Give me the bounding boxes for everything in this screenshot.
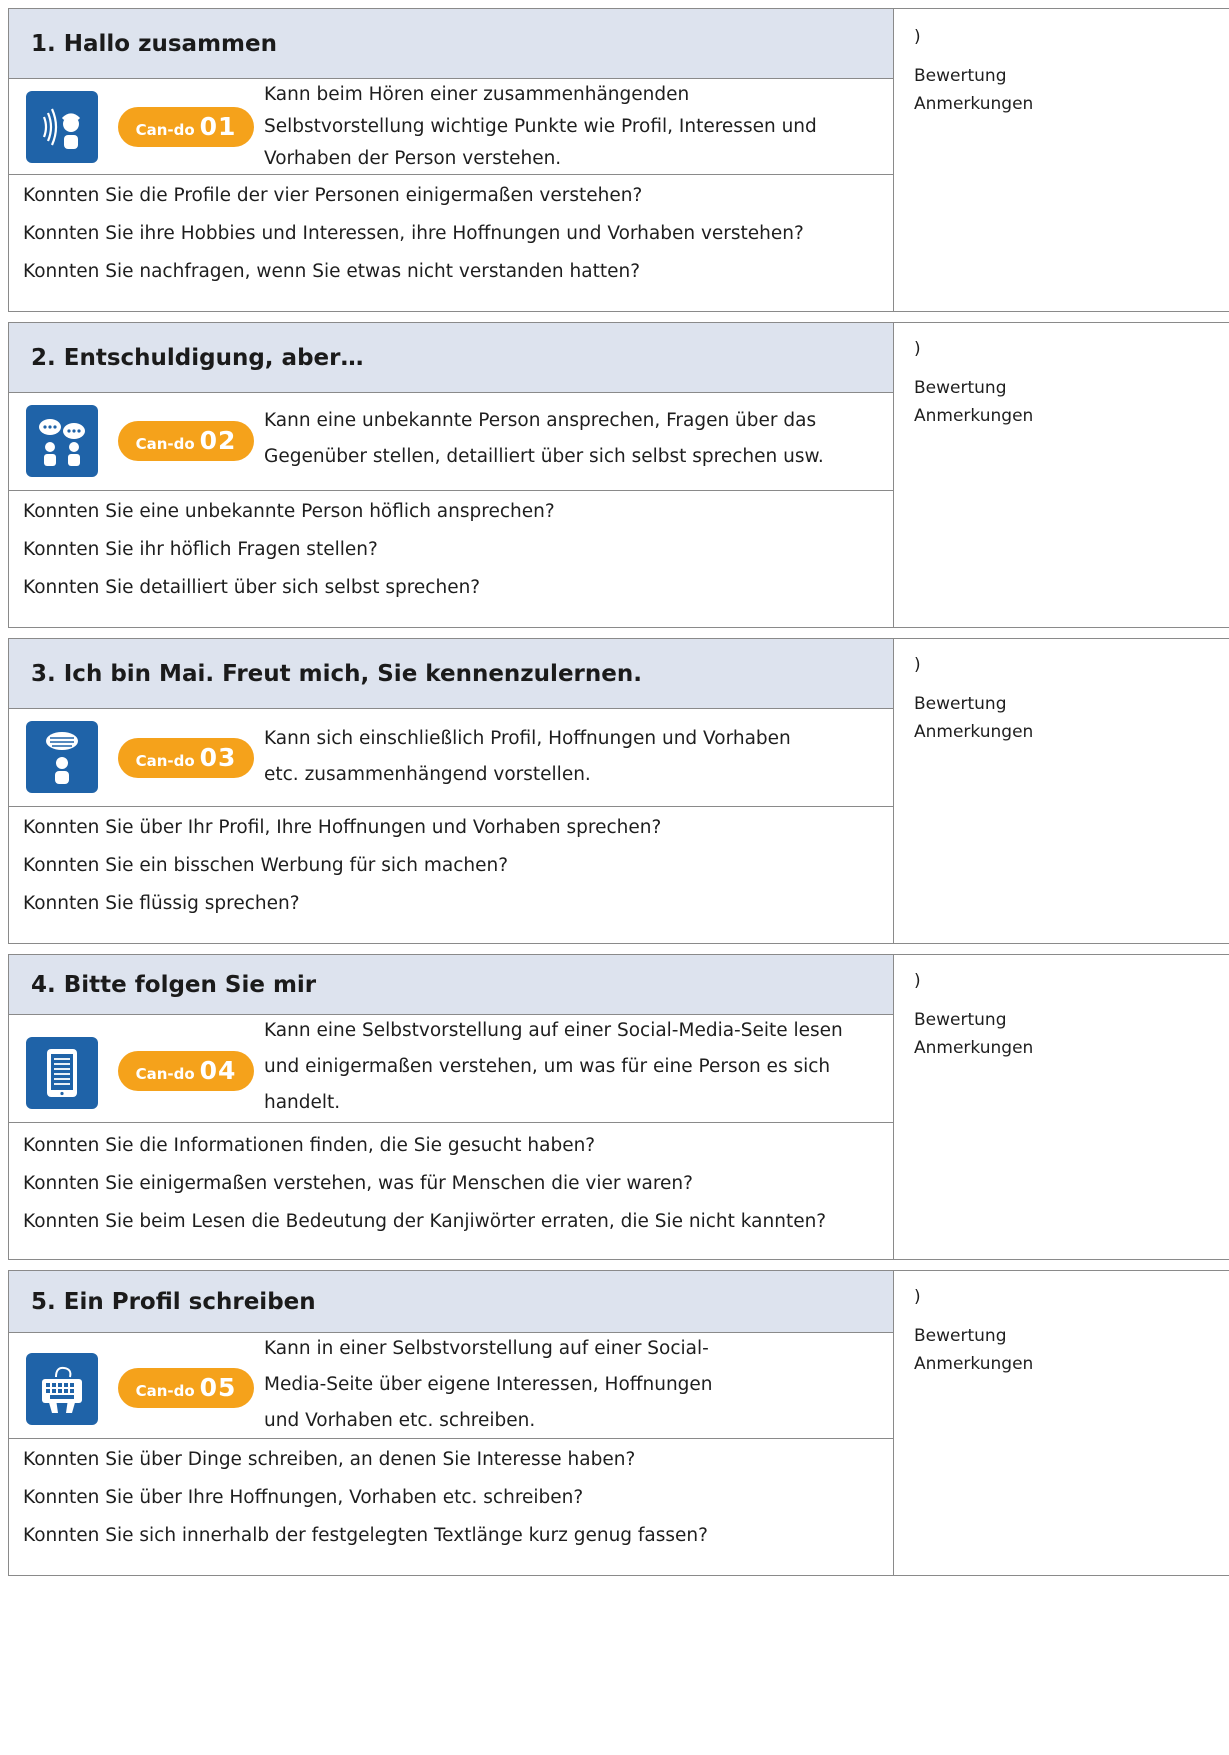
question: Konnten Sie ein bisschen Werbung für sic…: [23, 855, 509, 876]
cando-label: Can-do: [135, 1382, 195, 1400]
paren-mark: ): [914, 655, 921, 675]
cando-badge: Can-do 03: [118, 738, 254, 778]
description-line: etc. zusammenhängend vorstellen.: [264, 764, 591, 785]
question: Konnten Sie die Informationen finden, di…: [23, 1135, 596, 1156]
question: Konnten Sie die Profile der vier Persone…: [23, 185, 643, 206]
description-line: Kann in einer Selbstvorstellung auf eine…: [264, 1338, 709, 1359]
rating-label: Bewertung: [914, 66, 1007, 86]
section-title: 3. Ich bin Mai. Freut mich, Sie kennenzu…: [31, 661, 642, 687]
cando-number: 04: [199, 1056, 237, 1085]
section-4: 4. Bitte folgen Sie mir Can-do 04 Kann e…: [8, 954, 1229, 1260]
self-check-questions: Konnten Sie eine unbekannte Person höfli…: [23, 493, 555, 607]
question: Konnten Sie über Ihr Profil, Ihre Hoffnu…: [23, 817, 662, 838]
question: Konnten Sie einigermaßen verstehen, was …: [23, 1173, 693, 1194]
question: Konnten Sie beim Lesen die Bedeutung der…: [23, 1211, 827, 1232]
cando-badge: Can-do 01: [118, 107, 254, 147]
speaking-icon: [26, 721, 98, 793]
description-line: Kann eine Selbstvorstellung auf einer So…: [264, 1020, 843, 1041]
description-line: Kann beim Hören einer zusammenhängenden: [264, 84, 690, 105]
section-title: 4. Bitte folgen Sie mir: [31, 972, 317, 998]
self-check-questions: Konnten Sie über Ihr Profil, Ihre Hoffnu…: [23, 809, 661, 923]
cando-description: Kann eine Selbstvorstellung auf einer So…: [264, 1013, 874, 1121]
description-line: Vorhaben der Person verstehen.: [264, 148, 562, 169]
section-title-bar: 1. Hallo zusammen: [9, 9, 893, 79]
section-5: 5. Ein Profil schreiben Can-do 05 Kann i…: [8, 1270, 1229, 1576]
paren-mark: ): [914, 971, 921, 991]
cando-number: 05: [199, 1373, 237, 1402]
description-line: Selbstvorstellung wichtige Punkte wie Pr…: [264, 116, 817, 137]
notes-label: Anmerkungen: [914, 1354, 1034, 1374]
paren-mark: ): [914, 339, 921, 359]
paren-mark: ): [914, 1287, 921, 1307]
section-content: 2. Entschuldigung, aber… Can-do 02 Kann …: [8, 323, 894, 627]
cando-label: Can-do: [135, 1065, 195, 1083]
section-title: 5. Ein Profil schreiben: [31, 1289, 316, 1315]
cando-row: Can-do 02 Kann eine unbekannte Person ans…: [9, 393, 893, 491]
section-title-bar: 2. Entschuldigung, aber…: [9, 323, 893, 393]
cando-description: Kann beim Hören einer zusammenhängenden …: [264, 79, 874, 175]
cando-badge: Can-do 04: [118, 1051, 254, 1091]
notes-label: Anmerkungen: [914, 94, 1034, 114]
question: Konnten Sie flüssig sprechen?: [23, 893, 300, 914]
rating-label: Bewertung: [914, 1010, 1007, 1030]
cando-number: 03: [199, 743, 237, 772]
cando-description: Kann sich einschließlich Profil, Hoffnun…: [264, 721, 874, 793]
cando-row: Can-do 04 Kann eine Selbstvorstellung auf…: [9, 1015, 893, 1123]
section-title-bar: 3. Ich bin Mai. Freut mich, Sie kennenzu…: [9, 639, 893, 709]
section-content: 1. Hallo zusammen Can-do 01 Kann beim Hör…: [8, 9, 894, 311]
question: Konnten Sie nachfragen, wenn Sie etwas n…: [23, 261, 641, 282]
description-line: und Vorhaben etc. schreiben.: [264, 1410, 536, 1431]
reading-tablet-icon: [26, 1037, 98, 1109]
cando-row: Can-do 05 Kann in einer Selbstvorstellung…: [9, 1333, 893, 1439]
paren-mark: ): [914, 27, 921, 47]
rating-label: Bewertung: [914, 694, 1007, 714]
cando-badge: Can-do 02: [118, 421, 254, 461]
question: Konnten Sie detailliert über sich selbst…: [23, 577, 481, 598]
notes-label: Anmerkungen: [914, 1038, 1034, 1058]
section-content: 5. Ein Profil schreiben Can-do 05 Kann i…: [8, 1271, 894, 1575]
section-title: 2. Entschuldigung, aber…: [31, 345, 364, 371]
question: Konnten Sie eine unbekannte Person höfli…: [23, 501, 555, 522]
section-title-bar: 4. Bitte folgen Sie mir: [9, 955, 893, 1015]
listening-icon: [26, 91, 98, 163]
section-3: 3. Ich bin Mai. Freut mich, Sie kennenzu…: [8, 638, 1229, 944]
cando-label: Can-do: [135, 752, 195, 770]
notes-label: Anmerkungen: [914, 406, 1034, 426]
rating-label: Bewertung: [914, 1326, 1007, 1346]
question: Konnten Sie über Ihre Hoffnungen, Vorhab…: [23, 1487, 584, 1508]
notes-label: Anmerkungen: [914, 722, 1034, 742]
cando-label: Can-do: [135, 435, 195, 453]
section-2: 2. Entschuldigung, aber… Can-do 02 Kann …: [8, 322, 1229, 628]
section-title-bar: 5. Ein Profil schreiben: [9, 1271, 893, 1333]
self-check-questions: Konnten Sie die Profile der vier Persone…: [23, 177, 804, 291]
rating-label: Bewertung: [914, 378, 1007, 398]
cando-description: Kann in einer Selbstvorstellung auf eine…: [264, 1331, 874, 1439]
conversation-icon: [26, 405, 98, 477]
writing-keyboard-icon: [26, 1353, 98, 1425]
description-line: Kann sich einschließlich Profil, Hoffnun…: [264, 728, 791, 749]
cando-row: Can-do 03 Kann sich einschließlich Profil…: [9, 709, 893, 807]
section-content: 4. Bitte folgen Sie mir Can-do 04 Kann e…: [8, 955, 894, 1259]
question: Konnten Sie ihre Hobbies und Interessen,…: [23, 223, 804, 244]
description-line: Gegenüber stellen, detailliert über sich…: [264, 446, 824, 467]
description-line: Media-Seite über eigene Interessen, Hoff…: [264, 1374, 713, 1395]
self-check-questions: Konnten Sie die Informationen finden, di…: [23, 1127, 826, 1241]
cando-number: 01: [199, 112, 237, 141]
question: Konnten Sie sich innerhalb der festgeleg…: [23, 1525, 708, 1546]
cando-number: 02: [199, 426, 237, 455]
cando-badge: Can-do 05: [118, 1368, 254, 1408]
question: Konnten Sie ihr höflich Fragen stellen?: [23, 539, 378, 560]
cando-row: Can-do 01 Kann beim Hören einer zusammenh…: [9, 79, 893, 175]
description-line: und einigermaßen verstehen, um was für e…: [264, 1056, 831, 1077]
description-line: handelt.: [264, 1092, 341, 1113]
question: Konnten Sie über Dinge schreiben, an den…: [23, 1449, 636, 1470]
self-check-questions: Konnten Sie über Dinge schreiben, an den…: [23, 1441, 708, 1555]
section-1: 1. Hallo zusammen Can-do 01 Kann beim Hör…: [8, 8, 1229, 312]
cando-description: Kann eine unbekannte Person ansprechen, …: [264, 403, 874, 475]
section-title: 1. Hallo zusammen: [31, 31, 277, 57]
section-content: 3. Ich bin Mai. Freut mich, Sie kennenzu…: [8, 639, 894, 943]
description-line: Kann eine unbekannte Person ansprechen, …: [264, 410, 817, 431]
cando-label: Can-do: [135, 121, 195, 139]
